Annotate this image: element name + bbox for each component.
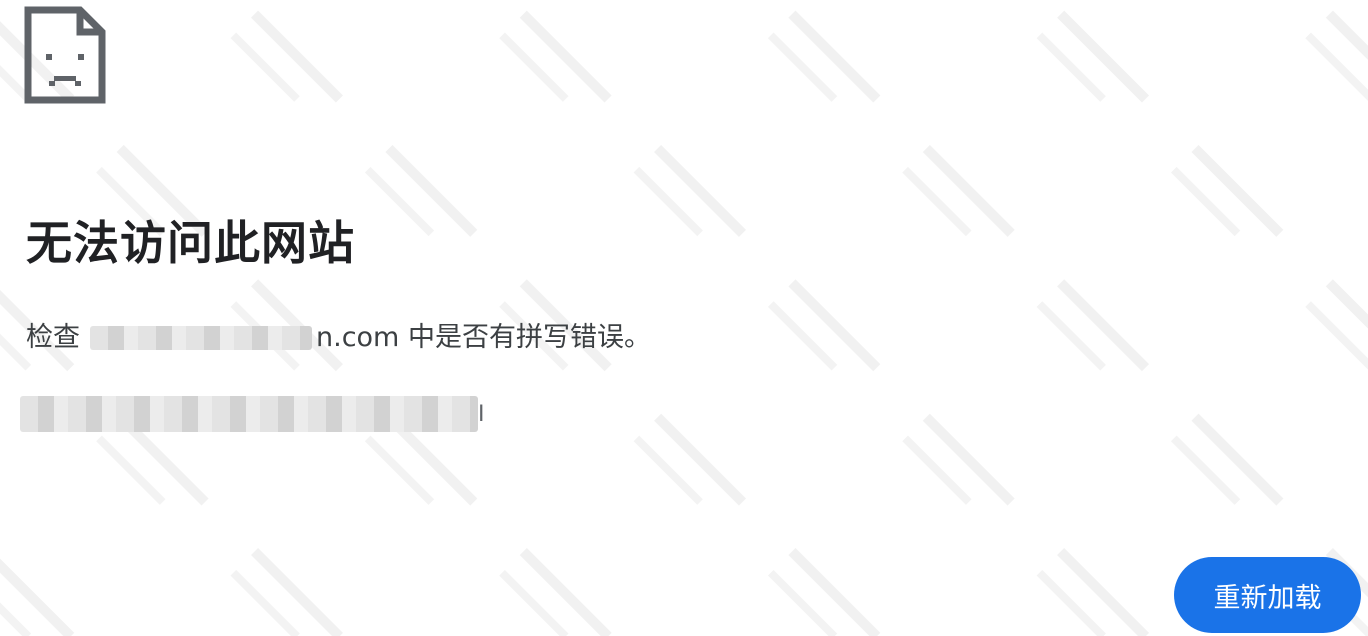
error-message: 检查 n.com 中是否有拼写错误。 [26,318,651,358]
page-title: 无法访问此网站 [26,216,355,270]
error-code-tail: I [478,401,485,427]
reload-button[interactable]: 重新加载 [1174,557,1361,633]
sad-page-icon [24,6,106,104]
error-page: 无法访问此网站 检查 n.com 中是否有拼写错误。 I 重新加载 [0,0,1368,636]
redacted-domain [90,326,312,350]
message-suffix: n.com 中是否有拼写错误。 [316,322,651,353]
redacted-error-code [20,396,478,432]
error-code: I [20,396,485,432]
message-prefix: 检查 [26,322,80,353]
